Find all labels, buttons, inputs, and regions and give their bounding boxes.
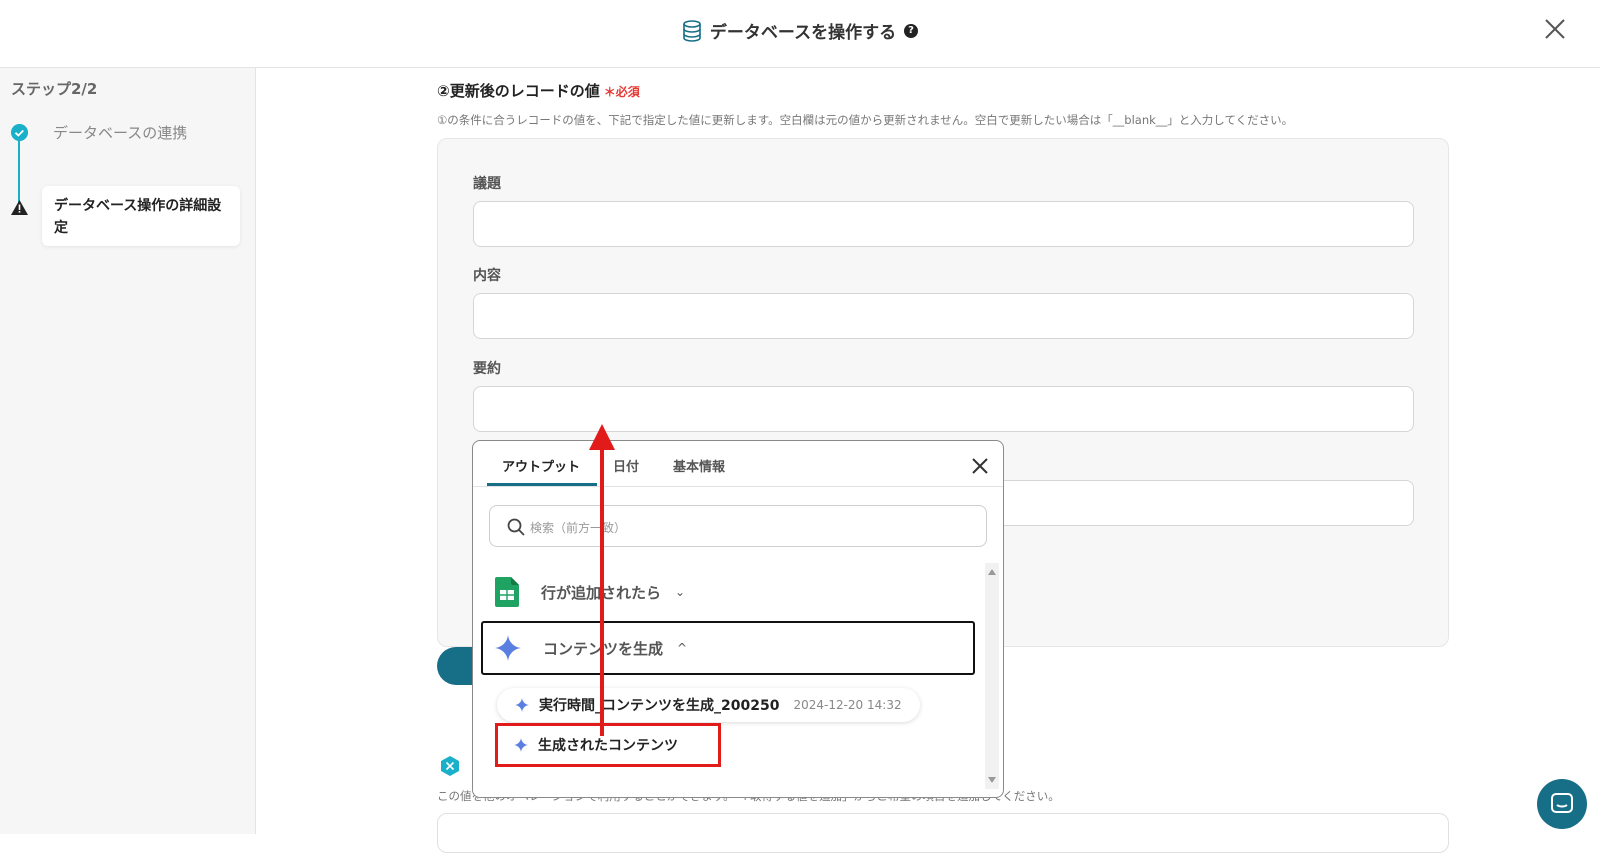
scroll-up-icon[interactable] (988, 569, 996, 575)
popup-tabs: アウトプット 日付 基本情報 (473, 441, 1003, 487)
agenda-input[interactable] (473, 201, 1414, 247)
scroll-down-icon[interactable] (988, 777, 996, 783)
group-content-generation[interactable]: コンテンツを生成 ^ (481, 621, 975, 675)
output-item-timestamp: 2024-12-20 14:32 (793, 698, 902, 712)
help-icon[interactable]: ? (904, 23, 919, 38)
annotation-arrow-shaft (600, 448, 604, 736)
close-icon[interactable] (971, 457, 989, 475)
sidebar: ステップ2/2 データベースの連携 データベース操作の詳細設定 (0, 68, 256, 834)
tab-output[interactable]: アウトプット (502, 456, 580, 475)
step-connector (18, 134, 20, 208)
scrollbar[interactable] (985, 563, 999, 789)
annotation-arrow-head (589, 424, 615, 450)
dialog-title-text: データベースを操作する (709, 23, 897, 43)
step-counter: ステップ2/2 (11, 80, 98, 98)
content-input[interactable] (473, 293, 1414, 339)
chat-button[interactable] (1537, 779, 1587, 829)
dialog-title: データベースを操作する ? (0, 18, 1600, 43)
output-item-generated-content[interactable]: 生成されたコンテンツ (495, 723, 721, 767)
output-panel (437, 813, 1449, 853)
sparkle-icon (515, 698, 529, 712)
close-badge-icon (441, 756, 459, 776)
chevron-up-icon: ^ (677, 641, 688, 655)
warning-icon (11, 200, 28, 215)
sparkle-icon (495, 635, 521, 661)
database-icon (683, 19, 701, 42)
group-row-added[interactable]: 行が追加されたら ⌄ (481, 565, 975, 619)
search-placeholder: 検索（前方一致） (530, 521, 627, 535)
required-badge-text: 必須 (615, 85, 640, 99)
search-input[interactable]: 検索（前方一致） (489, 505, 987, 547)
output-item-label: 実行時間_コンテンツを生成_200250 (539, 698, 780, 714)
check-icon (11, 124, 28, 141)
tab-date[interactable]: 日付 (613, 456, 639, 475)
spreadsheet-icon (495, 577, 519, 607)
output-picker-popup: アウトプット 日付 基本情報 検索（前方一致） 行が追加されたら ⌄ (472, 440, 1004, 798)
active-tab-indicator (487, 483, 597, 486)
required-badge: ＊必須 (603, 85, 640, 99)
section-title-text: ②更新後のレコードの値 (437, 82, 600, 100)
section-title: ②更新後のレコードの値 ＊必須 (437, 80, 640, 101)
sidebar-step-database-link[interactable]: データベースの連携 (53, 122, 187, 143)
field-label-content: 内容 (473, 268, 501, 284)
chevron-down-icon: ⌄ (675, 585, 686, 599)
field-label-agenda: 議題 (473, 176, 501, 192)
section-description: ①の条件に合うレコードの値を、下記で指定した値に更新します。空白欄は元の値から更… (437, 113, 1294, 127)
search-icon (507, 518, 525, 536)
sidebar-step-operation-settings[interactable]: データベース操作の詳細設定 (42, 186, 240, 246)
dialog-header: データベースを操作する ? (0, 0, 1600, 68)
close-icon[interactable] (1544, 18, 1566, 40)
tab-basic-info[interactable]: 基本情報 (673, 456, 725, 475)
chat-icon (1551, 793, 1573, 813)
output-item-exec-time[interactable]: 実行時間_コンテンツを生成_200250 2024-12-20 14:32 (497, 688, 920, 722)
output-item-label: 生成されたコンテンツ (538, 738, 678, 754)
sparkle-icon (514, 738, 528, 752)
field-label-summary: 要約 (473, 361, 501, 377)
